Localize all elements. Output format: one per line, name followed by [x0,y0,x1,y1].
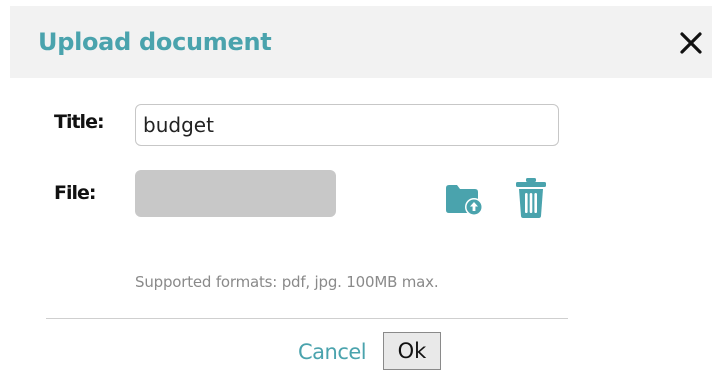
supported-formats-hint: Supported formats: pdf, jpg. 100MB max. [135,273,439,291]
dialog-header: Upload document [10,6,712,78]
delete-file-button[interactable] [514,176,548,220]
upload-dialog: Upload document Title: File: Support [0,0,722,372]
file-drop-area[interactable] [135,170,336,217]
cancel-button[interactable]: Cancel [298,340,367,364]
title-input[interactable] [135,104,559,146]
file-label: File: [54,182,96,204]
trash-icon [516,178,546,218]
folder-upload-button[interactable] [444,180,486,218]
title-label: Title: [54,111,105,133]
footer-divider [46,318,568,319]
close-icon [680,32,702,54]
close-button[interactable] [674,26,708,60]
ok-button[interactable]: Ok [383,332,441,370]
dialog-title: Upload document [38,28,272,56]
folder-upload-icon [446,185,483,216]
